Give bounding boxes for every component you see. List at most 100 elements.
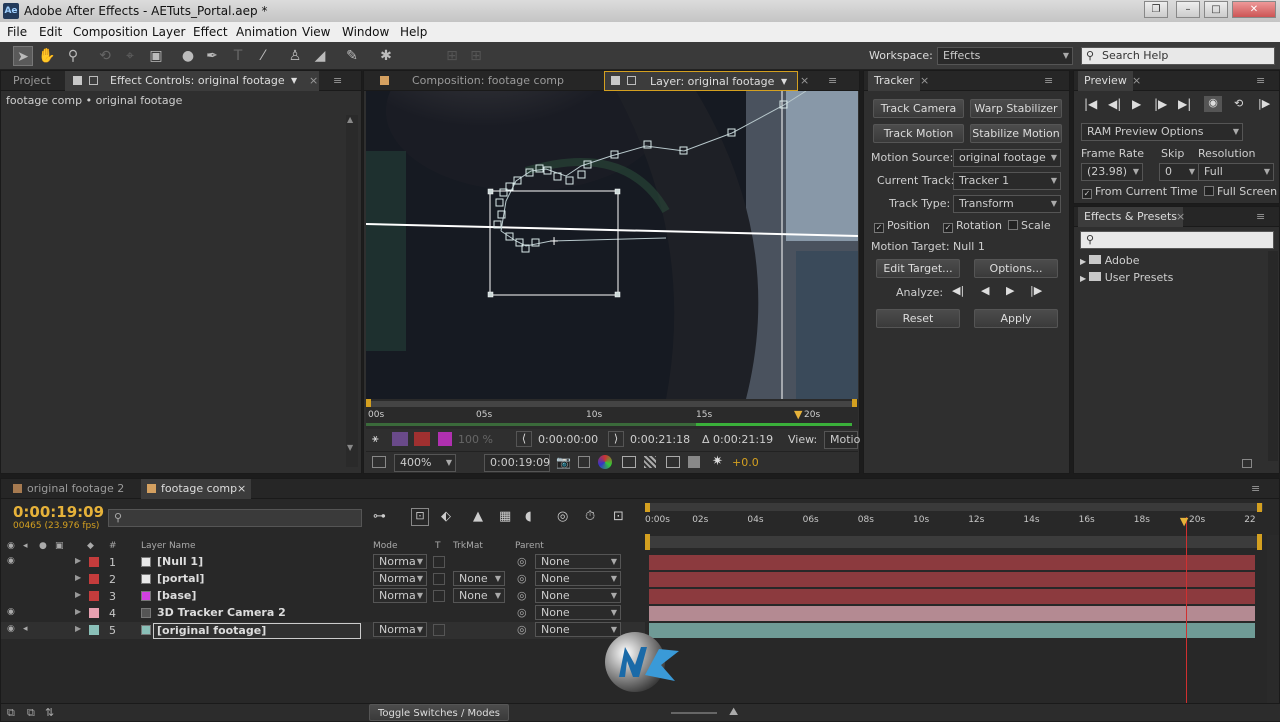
preserve-transparency-checkbox[interactable] <box>433 624 445 636</box>
tab-tracker[interactable]: Tracker <box>868 71 920 91</box>
preserve-transparency-checkbox[interactable] <box>433 556 445 568</box>
panel-menu-icon[interactable]: ≡ <box>1245 479 1266 499</box>
label-color-swatch[interactable] <box>89 574 99 584</box>
brush-tool-icon[interactable]: ⁄ <box>253 46 273 66</box>
draft-3d-icon[interactable]: ⊡ <box>411 508 429 526</box>
col-layer-name[interactable]: Layer Name <box>141 541 196 551</box>
previous-frame-icon[interactable]: ◀| <box>1108 97 1121 111</box>
resolution-select[interactable]: Full ▼ <box>1198 163 1274 181</box>
expand-arrow-icon[interactable]: ▶ <box>75 607 81 616</box>
workspace-select[interactable]: Effects ▼ <box>937 47 1073 65</box>
panel-menu-icon[interactable]: ≡ <box>1038 71 1059 91</box>
options-button[interactable]: Options... <box>974 259 1058 278</box>
current-track-select[interactable]: Tracker 1 ▼ <box>953 172 1061 190</box>
label-color-swatch[interactable] <box>89 625 99 635</box>
playhead-icon[interactable]: ▼ <box>1180 515 1188 528</box>
close-icon[interactable]: × <box>1170 207 1191 227</box>
layer-row[interactable]: ▶ 2 [portal] Norma ▼ None ▼ ◎ None ▼ <box>1 571 645 588</box>
brainstorm-icon[interactable]: ◖ <box>525 509 532 524</box>
maximize-button[interactable]: □ <box>1204 1 1228 18</box>
type-tool-icon[interactable]: T <box>228 46 248 66</box>
pickwhip-icon[interactable]: ◎ <box>517 572 527 585</box>
current-time-field[interactable]: 0:00:19:09 <box>484 454 550 472</box>
preserve-transparency-checkbox[interactable] <box>433 590 445 602</box>
preserve-transparency-checkbox[interactable] <box>433 573 445 585</box>
work-area-bar[interactable] <box>647 503 1263 511</box>
frame-rate-select[interactable]: (23.98) ▼ <box>1081 163 1143 181</box>
layer-duration-bar[interactable] <box>649 606 1255 621</box>
scrollbar[interactable] <box>1267 535 1279 715</box>
ellipse-tool-icon[interactable]: ● <box>178 46 198 66</box>
scale-checkbox[interactable]: Scale <box>1008 219 1051 232</box>
audio-icon[interactable]: ◉ <box>1204 96 1222 112</box>
menu-view[interactable]: View <box>302 25 330 39</box>
analyze-forward-icon[interactable]: |▶ <box>1030 284 1042 297</box>
close-icon[interactable]: × <box>794 71 815 91</box>
puppet-pin-tool-icon[interactable]: ✱ <box>376 46 396 66</box>
roto-brush-tool-icon[interactable]: ✎ <box>342 46 362 66</box>
layer-row[interactable]: ◉ ◂ ▶ 5 [original footage] Norma ▼ ◎ None ▼ <box>1 622 645 639</box>
close-button[interactable]: ✕ <box>1232 1 1276 18</box>
motion-source-select[interactable]: original footage ▼ <box>953 149 1061 167</box>
layer-name[interactable]: [Null 1] <box>157 555 203 568</box>
eye-icon[interactable]: ◉ <box>7 607 15 617</box>
track-camera-button[interactable]: Track Camera <box>873 99 964 118</box>
expand-layer-switches-icon[interactable]: ⧉ <box>7 706 15 720</box>
pickwhip-icon[interactable]: ◎ <box>517 606 527 619</box>
color-channels-icon[interactable] <box>598 455 612 469</box>
selection-tool-icon[interactable]: ➤ <box>13 46 33 66</box>
tab-layer[interactable]: Layer: original footage ▼ <box>604 71 798 91</box>
last-frame-icon[interactable]: ▶| <box>1178 97 1191 111</box>
label-color-swatch[interactable] <box>89 557 99 567</box>
mode-select[interactable]: Norma ▼ <box>373 622 427 637</box>
comp-mini-flowchart-icon[interactable]: ⊶ <box>373 509 386 524</box>
preset-folder-user-presets[interactable]: ▶ User Presets <box>1080 271 1173 284</box>
full-screen-checkbox[interactable]: Full Screen <box>1204 185 1277 198</box>
parent-select[interactable]: None ▼ <box>535 554 621 569</box>
layer-name[interactable]: [base] <box>157 589 196 602</box>
graph-editor-icon[interactable]: ⏱ <box>585 509 595 524</box>
layer-name[interactable]: [original footage] <box>153 623 361 639</box>
new-folder-icon[interactable] <box>1242 459 1252 468</box>
parent-select[interactable]: None ▼ <box>535 605 621 620</box>
analyze-backward-icon[interactable]: ◀| <box>952 284 964 297</box>
pan-behind-tool-icon[interactable]: ▣ <box>146 46 166 66</box>
timeline-ruler[interactable]: 0:00s 02s 04s 06s 08s 10s 12s 14s 16s 18s 20s 22 <box>645 503 1265 551</box>
playhead-icon[interactable]: ▼ <box>794 408 802 421</box>
view-select[interactable]: Motio <box>824 431 860 449</box>
out-point-handle[interactable] <box>852 399 857 407</box>
clone-stamp-tool-icon[interactable]: ♙ <box>285 46 305 66</box>
apply-button[interactable]: Apply <box>974 309 1058 328</box>
hide-shy-icon[interactable]: ⬖ <box>441 509 451 524</box>
show-snapshot-icon[interactable] <box>578 456 590 468</box>
pen-tool-icon[interactable]: ✒ <box>202 46 222 66</box>
tab-footage-comp[interactable]: footage comp × <box>141 479 251 499</box>
region-icon[interactable] <box>372 456 386 468</box>
layer-row[interactable]: ▶ 3 [base] Norma ▼ None ▼ ◎ None ▼ <box>1 588 645 605</box>
reset-button[interactable]: Reset <box>876 309 960 328</box>
magnification-select[interactable]: 400% ▼ <box>394 454 456 472</box>
next-frame-icon[interactable]: |▶ <box>1154 97 1167 111</box>
trkmat-select[interactable]: None ▼ <box>453 571 505 586</box>
transparency-grid-icon[interactable] <box>644 456 656 468</box>
axis-mode-icon[interactable]: ⊞ <box>442 46 462 66</box>
current-time-indicator[interactable]: ▼ <box>1180 515 1188 707</box>
layer-duration-bar[interactable] <box>649 555 1255 570</box>
rotate-tool-icon[interactable]: ⟲ <box>95 46 115 66</box>
panel-menu-icon[interactable]: ≡ <box>327 71 348 91</box>
scroll-down-icon[interactable]: ▼ <box>347 443 353 452</box>
color-swatch[interactable] <box>438 432 452 446</box>
rotation-checkbox[interactable]: ✓ Rotation <box>943 219 1002 233</box>
layer-duration-bar[interactable] <box>649 623 1255 638</box>
hand-tool-icon[interactable]: ✋ <box>37 46 57 66</box>
menu-animation[interactable]: Animation <box>236 25 297 39</box>
menu-composition[interactable]: Composition <box>73 25 148 39</box>
tab-effects-presets[interactable]: Effects & Presets <box>1078 207 1183 227</box>
close-icon[interactable]: × <box>237 479 246 499</box>
expand-modes-icon[interactable]: ⧉ <box>27 706 35 720</box>
warp-stabilizer-button[interactable]: Warp Stabilizer <box>970 99 1062 118</box>
pickwhip-icon[interactable]: ◎ <box>517 623 527 636</box>
camera-icon[interactable]: 📷 <box>556 455 571 469</box>
menu-window[interactable]: Window <box>342 25 389 39</box>
expand-stretch-icon[interactable]: ⇅ <box>45 706 54 719</box>
